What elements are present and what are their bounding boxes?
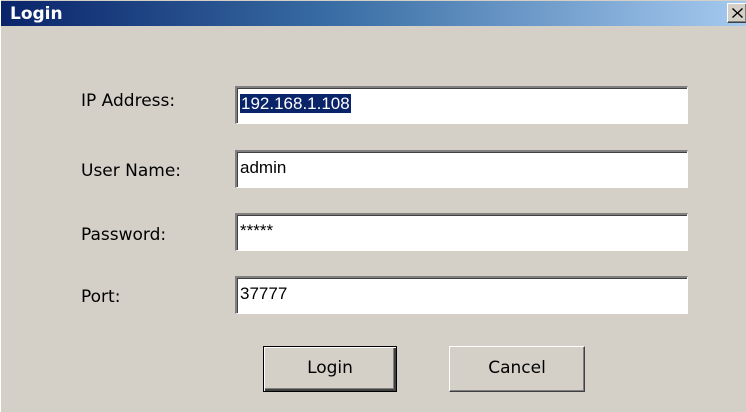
port-field[interactable]: 37777: [235, 276, 688, 314]
user-name-value: admin: [240, 158, 287, 177]
ip-address-label: IP Address:: [81, 91, 176, 111]
password-value: *****: [240, 221, 274, 240]
close-icon: [732, 8, 743, 18]
user-name-label: User Name:: [81, 161, 182, 181]
ip-address-value: 192.168.1.108: [240, 94, 351, 113]
close-button[interactable]: [727, 3, 746, 23]
ip-address-field[interactable]: 192.168.1.108: [235, 86, 688, 124]
login-dialog: Login IP Address: 192.168.1.108 User Nam…: [0, 0, 746, 412]
password-label: Password:: [81, 225, 167, 245]
port-value: 37777: [240, 284, 288, 303]
port-label: Port:: [81, 287, 121, 307]
cancel-button[interactable]: Cancel: [449, 346, 585, 392]
user-name-field[interactable]: admin: [235, 150, 688, 188]
login-button[interactable]: Login: [263, 346, 397, 392]
title-bar[interactable]: Login: [1, 0, 746, 26]
window-title: Login: [10, 4, 63, 24]
password-field[interactable]: *****: [235, 213, 688, 251]
